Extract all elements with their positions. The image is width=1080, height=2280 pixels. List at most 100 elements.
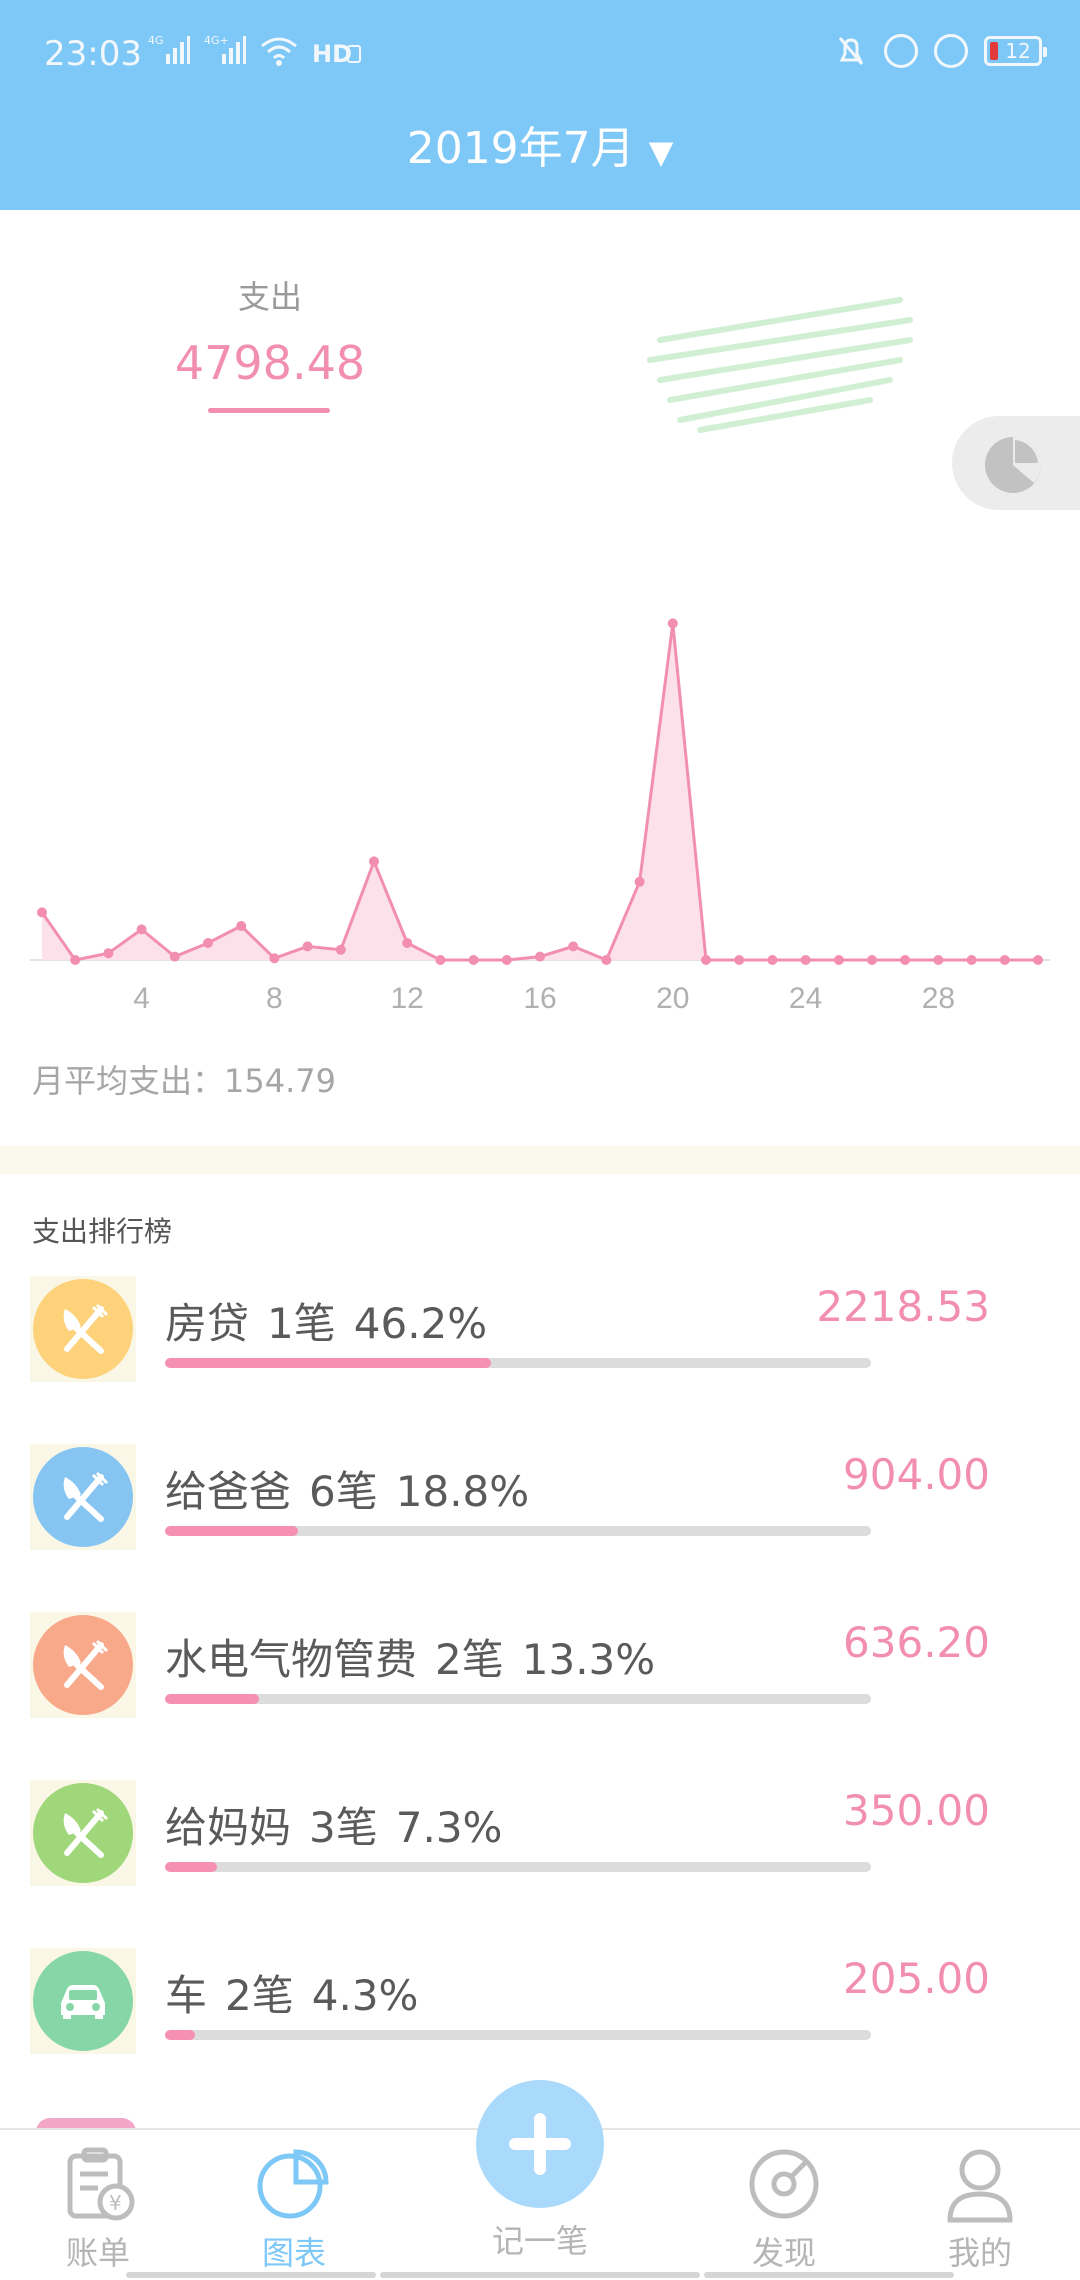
ranking-item[interactable]: 给爸爸 6笔 18.8% 904.00 [0,1438,1080,1588]
nav-mine[interactable]: 我的 [900,2144,1060,2274]
nav-discover[interactable]: 发现 [704,2144,864,2274]
category-progress-fill [165,1862,217,1872]
chart-point [269,953,280,964]
nav-bills-label: 账单 [65,2234,130,2272]
hd-icon: HD [312,40,361,66]
nav-bills[interactable]: ¥ 账单 [18,2144,178,2274]
ranking-item[interactable]: 车 2笔 4.3% 205.00 [0,1942,1080,2092]
category-name: 房贷 [165,1299,250,1348]
ranking-item[interactable]: 房贷 1笔 46.2% 2218.53 [0,1270,1080,1420]
category-icon [30,1612,136,1718]
chart-point [136,924,147,935]
record-count: 1笔 [267,1299,336,1348]
ranking-item[interactable]: 给妈妈 3笔 7.3% 350.00 [0,1774,1080,1924]
chart-point [999,955,1010,965]
month-selector[interactable]: 2019年7月 ▼ [0,112,1080,176]
category-name: 车 [165,1971,208,2020]
x-tick-label: 8 [266,982,283,1015]
category-progress-fill [165,2030,196,2040]
chart-point [302,941,313,952]
category-icon-circle [33,1951,133,2051]
bottom-nav: ¥ 账单 图表 记一笔 发现 我的 [0,2080,1080,2280]
chevron-down-icon: ▼ [648,133,674,171]
pie-chart-toggle[interactable] [952,416,1080,510]
lock-rotation-icon [884,34,918,68]
chart-point [966,955,977,965]
category-progress-fill [165,1358,492,1368]
category-name: 给爸爸 [165,1467,292,1516]
chart-point [203,938,213,948]
category-progress-fill [165,1526,298,1536]
category-progress-bar [165,2030,871,2040]
category-info: 水电气物管费 2笔 13.3% [165,1626,673,1687]
chart-point [335,944,346,955]
car-icon [61,1985,105,2019]
signal-label-2: 4G+ [204,34,229,47]
status-left-icons: 4G 4G+ HD [148,34,362,66]
chart-point [236,921,247,931]
plus-icon [509,2113,571,2175]
bell-off-icon [838,37,864,65]
category-icon-circle [33,1783,133,1883]
category-progress-bar [165,1862,871,1872]
nav-indicator [126,2272,376,2278]
ranking-item[interactable]: 水电气物管费 2笔 13.3% 636.20 [0,1606,1080,1756]
category-icon [30,1780,136,1886]
section-divider [0,1146,1080,1174]
chart-point [501,955,512,965]
category-progress-bar [165,1694,871,1704]
chart-point [369,856,379,867]
add-record-label[interactable]: 记一笔 [460,2216,620,2262]
svg-text:¥: ¥ [109,2191,122,2215]
chart-point [701,955,711,965]
pie-chart-icon [257,2149,329,2219]
category-info: 房贷 1笔 46.2% [165,1290,505,1351]
nav-indicator [380,2272,700,2278]
category-name: 给妈妈 [165,1803,292,1852]
utensils-icon [63,1639,109,1690]
signal-icon: 4G [148,34,190,64]
battery-icon: 12 [984,36,1047,66]
category-progress-bar [165,1358,871,1368]
chart-point [900,955,911,965]
signal-label-1: 4G [148,34,164,47]
selected-underline [208,408,330,413]
nav-charts[interactable]: 图表 [214,2144,374,2274]
chart-point [37,907,47,918]
chart-point [867,955,877,965]
signal-icon: 4G+ [204,34,246,64]
category-icon [30,1444,136,1550]
chart-line [40,623,1038,962]
x-tick-label: 20 [656,982,689,1015]
x-tick-label: 24 [789,982,822,1015]
chart-point [634,876,645,887]
monthly-average: 月平均支出：154.79 [32,1062,336,1100]
expense-total[interactable]: 4798.48 [160,336,380,390]
status-time: 23:03 [44,34,142,74]
chart-point [933,955,944,965]
category-icon-circle [33,1279,133,1379]
chart-area [42,623,1038,960]
chart-point [70,955,81,965]
pie-chart-icon [985,437,1041,493]
month-label: 2019年7月 [406,123,635,174]
alarm-icon [934,34,968,68]
x-tick-label: 16 [523,982,556,1015]
add-record-button[interactable] [476,2080,604,2208]
header-bar: 23:03 4G 4G+ HD 12 2019年7月 ▼ [0,0,1080,210]
ranking-title: 支出排行榜 [32,1215,173,1248]
expense-label[interactable]: 支出 [200,272,340,318]
chart-point [601,955,612,965]
wifi-icon [261,37,297,66]
category-amount: 205.00 [843,1954,990,2003]
category-name: 水电气物管费 [165,1635,418,1684]
status-right-icons: 12 [834,34,1047,68]
daily-expense-chart: 4 8 12 16 20 24 28 [30,618,1050,1015]
decorative-scribble [647,297,913,433]
category-icon-circle [33,1615,133,1715]
category-amount: 350.00 [843,1786,990,1835]
category-percent: 46.2% [353,1299,488,1348]
category-icon [30,1276,136,1382]
category-progress-fill [165,1694,259,1704]
utensils-icon [63,1303,109,1354]
